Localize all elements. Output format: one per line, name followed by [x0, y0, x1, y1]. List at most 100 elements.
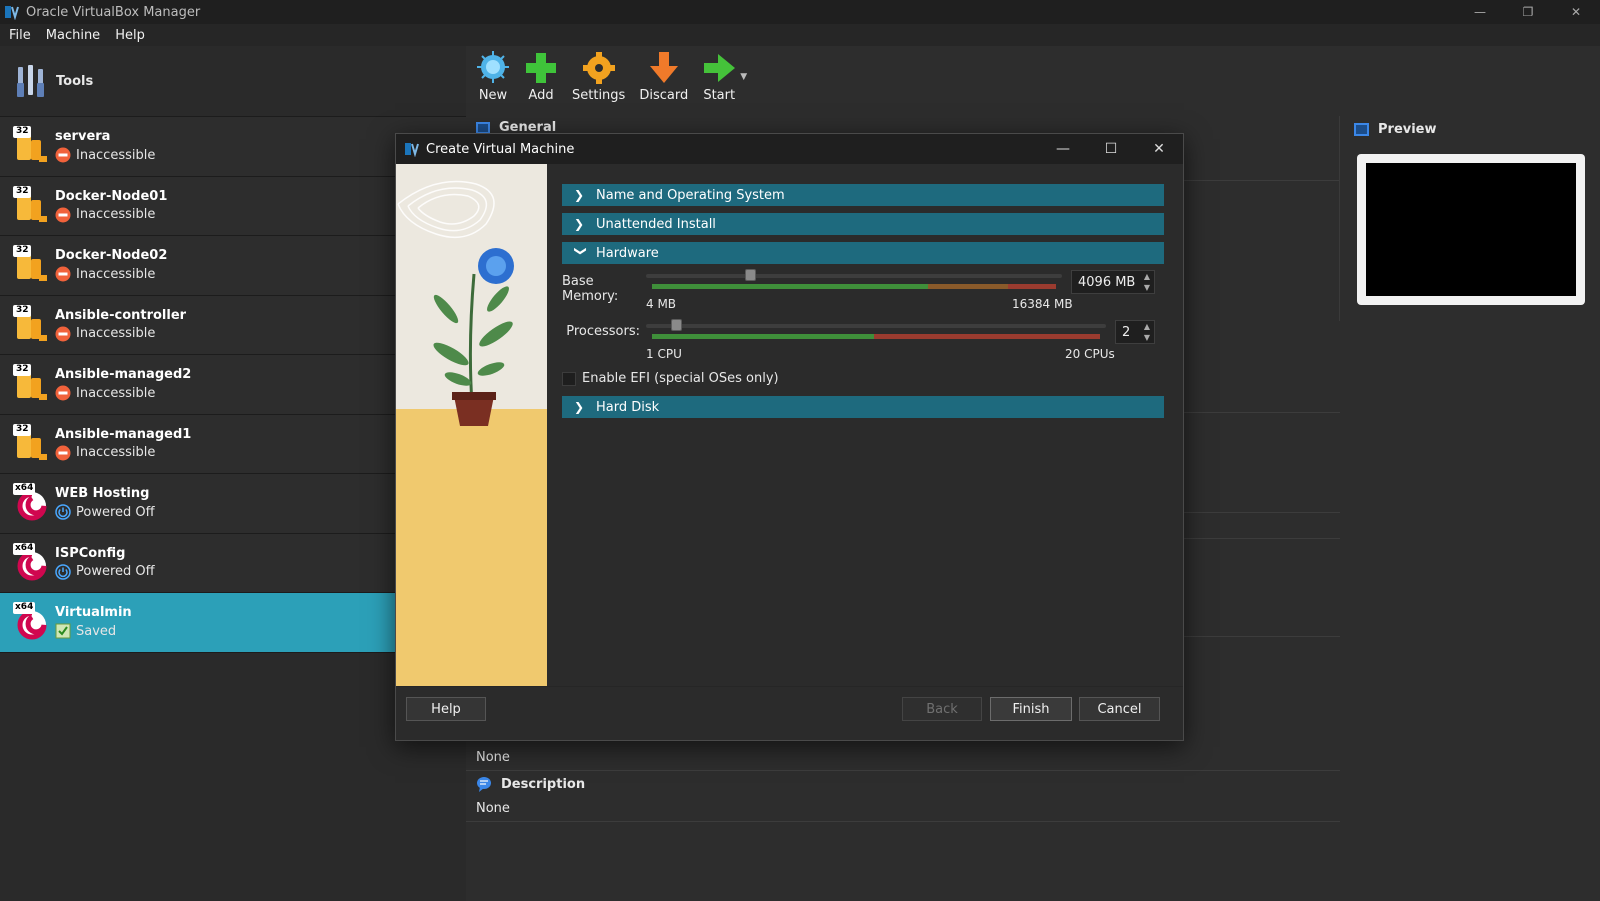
section-hardware[interactable]: ❯ Hardware: [562, 242, 1164, 264]
inaccessible-icon: [55, 326, 71, 342]
inaccessible-icon: [55, 385, 71, 401]
vm-item-text: Ansible-managed1 Inaccessible: [55, 427, 191, 461]
new-icon: [477, 51, 509, 83]
efi-checkbox-row[interactable]: Enable EFI (special OSes only): [562, 371, 779, 386]
vm-status: Inaccessible: [55, 326, 186, 342]
vm-status: Powered Off: [55, 504, 155, 520]
minimize-button[interactable]: —: [1456, 0, 1504, 24]
processors-slider-thumb[interactable]: [671, 319, 682, 331]
chevron-down-icon: ❯: [574, 246, 588, 257]
memory-decrement-icon[interactable]: ▼: [1140, 282, 1154, 293]
memory-slider-track[interactable]: [646, 274, 1062, 278]
vm-status-text: Inaccessible: [76, 266, 156, 282]
add-button[interactable]: Add: [520, 46, 562, 116]
preview-panel: Preview: [1339, 116, 1600, 321]
menu-file[interactable]: File: [9, 28, 31, 43]
processors-min-label: 1 CPU: [646, 347, 682, 361]
description-title: Description: [501, 776, 586, 792]
vm-status: Inaccessible: [55, 207, 167, 223]
flower-pot-illustration: [396, 164, 547, 686]
preview-title: Preview: [1378, 122, 1437, 137]
vm-name: Ansible-managed1: [55, 426, 192, 442]
menu-machine-label: Machine: [45, 27, 101, 43]
vm-item-text: WEB Hosting Powered Off: [55, 486, 155, 520]
start-dropdown-icon[interactable]: ▼: [740, 72, 747, 116]
processors-slider-track[interactable]: [646, 324, 1106, 328]
memory-spinbox[interactable]: 4096 MB ▲ ▼: [1071, 270, 1155, 294]
dialog-minimize-button[interactable]: —: [1039, 134, 1087, 164]
restore-button[interactable]: ❐: [1504, 0, 1552, 24]
inaccessible-icon: [55, 147, 71, 163]
menu-help[interactable]: Help: [115, 28, 145, 43]
divider: [466, 821, 1340, 822]
memory-warning-range: [928, 284, 1008, 289]
cancel-button[interactable]: Cancel: [1079, 697, 1160, 721]
efi-checkbox[interactable]: [562, 371, 576, 386]
memory-min-label: 4 MB: [646, 297, 677, 311]
vm-status-text: Inaccessible: [76, 445, 156, 461]
menu-machine[interactable]: Machine: [46, 28, 100, 43]
dialog-maximize-button[interactable]: ☐: [1087, 134, 1135, 164]
main-toolbar: New Add Settings Discard Start ▼: [466, 46, 747, 116]
section-unattended[interactable]: ❯ Unattended Install: [562, 213, 1164, 235]
vm-name: WEB Hosting: [55, 486, 150, 502]
processors-label: Processors:: [566, 324, 640, 339]
memory-increment-icon[interactable]: ▲: [1140, 271, 1154, 282]
create-vm-dialog: Create Virtual Machine — ☐ ✕ ❯ Name and …: [395, 133, 1184, 741]
dialog-close-button[interactable]: ✕: [1135, 134, 1183, 164]
processors-increment-icon[interactable]: ▲: [1140, 321, 1154, 332]
settings-button[interactable]: Settings: [568, 46, 629, 116]
saved-state-icon: [55, 623, 71, 639]
window-titlebar: Oracle VirtualBox Manager — ❐ ✕: [0, 0, 1600, 24]
help-button[interactable]: Help: [406, 697, 486, 721]
settings-label: Settings: [572, 88, 626, 103]
menu-help-label: Help: [115, 27, 145, 43]
tools-item[interactable]: Tools: [0, 46, 466, 117]
processors-spinbox[interactable]: 2 ▲ ▼: [1115, 320, 1155, 344]
wizard-content: ❯ Name and Operating System ❯ Unattended…: [547, 164, 1183, 686]
discard-label: Discard: [639, 88, 689, 103]
dialog-footer: Help Back Finish Cancel: [396, 686, 1183, 740]
inaccessible-icon: [55, 445, 71, 461]
vm-status-text: Powered Off: [76, 504, 155, 520]
close-button[interactable]: ✕: [1552, 0, 1600, 24]
vm-name: servera: [55, 129, 111, 145]
description-speech-bubble-icon: [477, 777, 491, 792]
description-section-header[interactable]: Description: [476, 776, 585, 792]
virtualbox-logo-icon: [5, 6, 19, 20]
preview-terminal: [1366, 163, 1576, 296]
section-name-os[interactable]: ❯ Name and Operating System: [562, 184, 1164, 206]
memory-slider-thumb[interactable]: [745, 269, 756, 281]
processors-recommended-range: [652, 334, 874, 339]
virtualbox-logo-icon: [405, 143, 419, 157]
tools-icon: [17, 65, 44, 97]
divider: [466, 770, 1340, 771]
power-off-icon: [55, 564, 71, 580]
preview-header[interactable]: Preview: [1354, 122, 1437, 137]
power-off-icon: [55, 504, 71, 520]
vm-name: Ansible-managed2: [55, 367, 192, 383]
none-text: None: [476, 750, 510, 765]
start-button[interactable]: Start: [698, 46, 740, 116]
none-text: None: [476, 801, 510, 816]
vm-status-text: Inaccessible: [76, 147, 156, 163]
finish-button[interactable]: Finish: [990, 697, 1072, 721]
section-hard-disk[interactable]: ❯ Hard Disk: [562, 396, 1164, 418]
vm-item-text: Virtualmin Saved: [55, 605, 132, 639]
vm-status: Inaccessible: [55, 266, 167, 282]
base-memory-label: Base Memory:: [562, 274, 619, 304]
vm-item-text: Ansible-managed2 Inaccessible: [55, 367, 191, 401]
vm-name: Virtualmin: [55, 605, 132, 621]
new-button[interactable]: New: [472, 46, 514, 116]
finish-button-label: Finish: [1012, 701, 1050, 717]
chevron-right-icon: ❯: [574, 188, 585, 202]
new-label: New: [478, 88, 508, 103]
discard-button[interactable]: Discard: [635, 46, 692, 116]
processors-value: 2: [1122, 324, 1131, 340]
debian-x64-os-icon: x64: [13, 483, 49, 523]
other-32bit-os-icon: 32: [13, 304, 49, 345]
vm-item-text: ISPConfig Powered Off: [55, 546, 155, 580]
back-button[interactable]: Back: [902, 697, 982, 721]
vm-name: Docker-Node02: [55, 248, 168, 264]
processors-decrement-icon[interactable]: ▼: [1140, 332, 1154, 343]
